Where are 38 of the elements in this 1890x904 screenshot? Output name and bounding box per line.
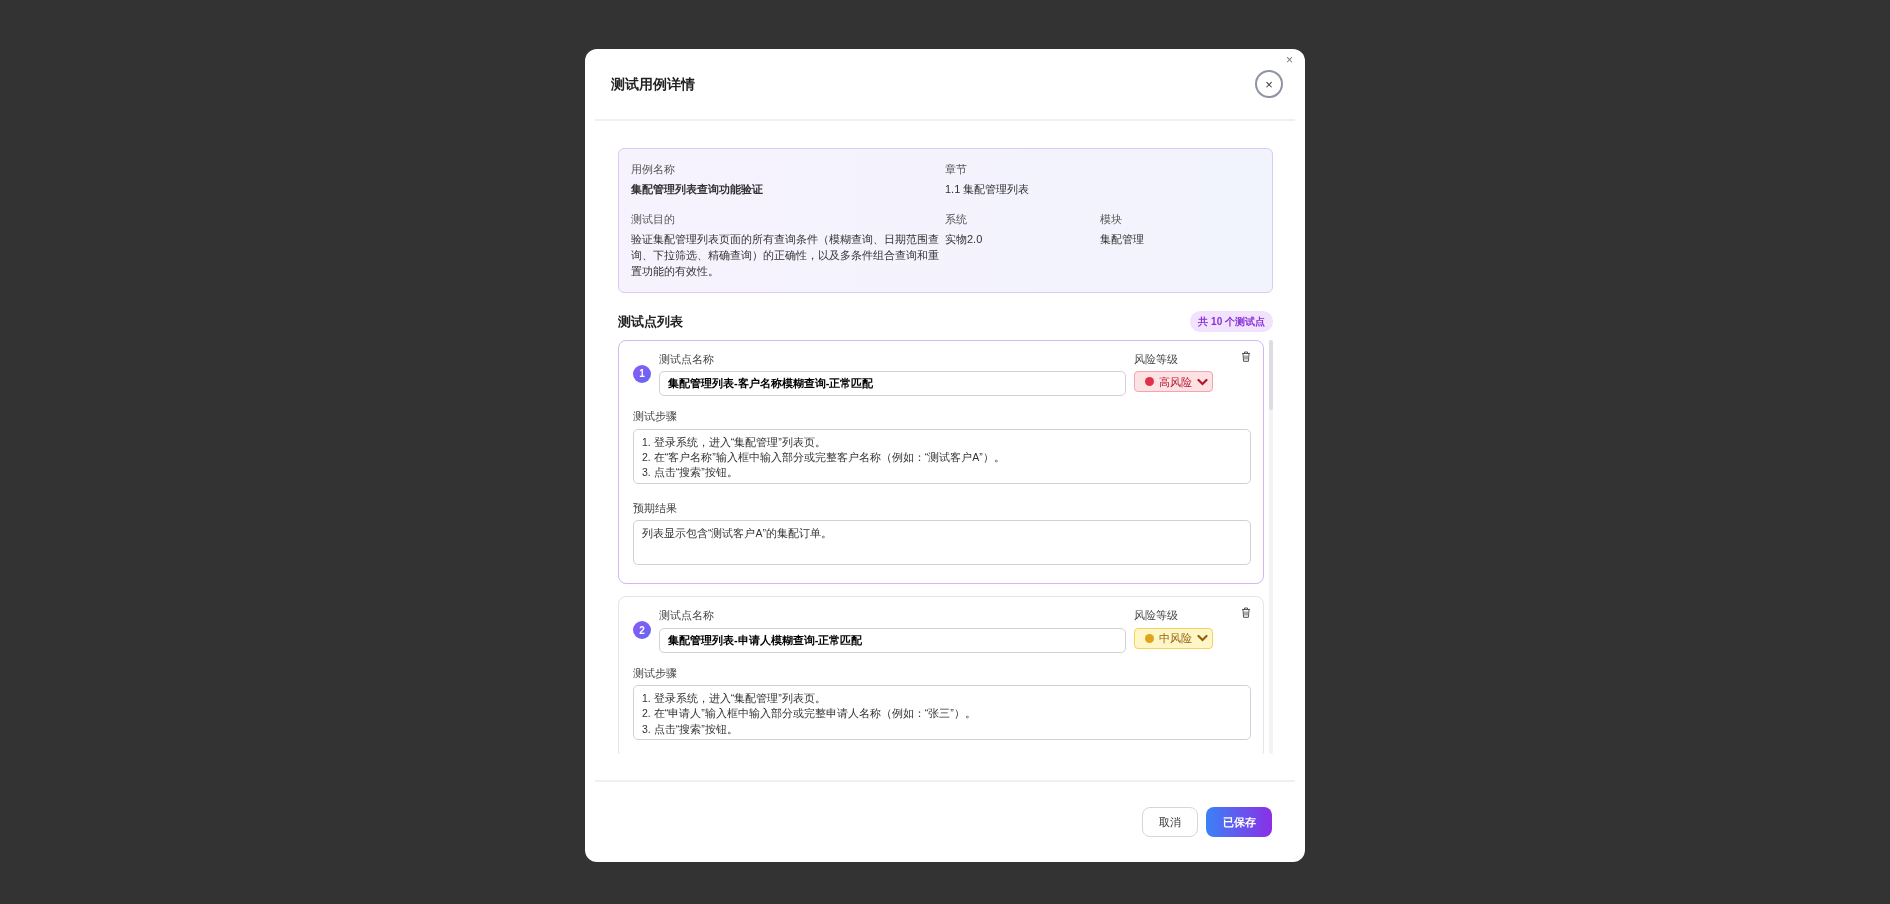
field-label: 预期结果 [633,500,677,516]
field-value: 实物2.0 [945,231,984,247]
section-title: 测试点列表 [618,312,683,331]
risk-select[interactable]: 中风险 [1134,627,1213,649]
expected-result-field[interactable]: 列表显示包含“测试客户A”的集配订单。 [633,520,1251,566]
steps-field[interactable]: 1. 登录系统，进入“集配管理”列表页。 2. 在“申请人”输入框中输入部分或完整申请人名称（例如：“张三”）。 3. 点击“搜索”按钮。 [633,685,1251,741]
trash-icon[interactable] [1241,350,1251,362]
dialog-title: 测试用例详情 [611,75,695,93]
test-point-card[interactable]: 2 测试点名称 集配管理列表-申请人模糊查询-正常匹配 风险等级 中风险 测试步骤 1. 登录系统，进入“集配管理”列表页。 2. 在“申请人”输入框中输入部分或完整申请人名称（例如：“张三”）。 3. 点击“搜索”按钮。 [618,596,1264,754]
field-value: 验证集配管理列表页面的所有查询条件（模糊查询、日期范围查询、下拉筛选、精确查询）的正确性，以及多条件组合查询和重置功能的有效性。 [631,231,940,279]
name-field[interactable]: 集配管理列表-客户名称模糊查询-正常匹配 [659,371,1126,397]
field-label: 测试目的 [631,212,676,228]
field-label: 章节 [945,162,968,177]
field-label: 测试步骤 [633,409,677,425]
field-label: 用例名称 [631,162,676,177]
cancel-button[interactable]: 取消 [1142,807,1198,837]
field-value: 集配管理 [1100,231,1145,247]
trash-icon[interactable] [1241,607,1251,619]
close-button[interactable]: × [1255,70,1283,98]
chevron-icon[interactable] [1197,634,1208,643]
field-label: 风险等级 [1134,351,1178,367]
field-value: 1.1 集配管理列表 [945,181,1031,197]
number-badge: 1 [633,364,651,383]
number-badge: 2 [633,621,651,640]
field-label: 模块 [1100,212,1123,228]
field-label: 测试步骤 [633,665,677,681]
steps-field[interactable]: 1. 登录系统，进入“集配管理”列表页。 2. 在“客户名称”输入框中输入部分或完整客户名称（例如：“测试客户A”）。 3. 点击“搜索”按钮。 [633,428,1251,484]
field-label: 风险等级 [1134,608,1178,624]
field-label: 测试点名称 [659,608,714,624]
save-button[interactable]: 已保存 [1206,807,1272,837]
field-label: 系统 [945,212,968,228]
risk-select[interactable]: 高风险 [1134,371,1213,393]
count-pill: 共 10 个测试点 [1190,310,1273,332]
field-label: 测试点名称 [659,351,714,367]
field-value: 集配管理列表查询功能验证 [631,181,764,197]
test-point-card[interactable]: 1 测试点名称 集配管理列表-客户名称模糊查询-正常匹配 风险等级 高风险 测试步骤 1. 登录系统，进入“集配管理”列表页。 2. 在“客户名称”输入框中输入部分或完整客户名称（例如：“测试客户A”）。 3. 点击“搜索”按钮。 预期结果 列表显示包含“测试客户A”的集配订单。 [618,339,1264,585]
chevron-icon[interactable] [1197,377,1208,386]
name-field[interactable]: 集配管理列表-申请人模糊查询-正常匹配 [659,627,1126,653]
